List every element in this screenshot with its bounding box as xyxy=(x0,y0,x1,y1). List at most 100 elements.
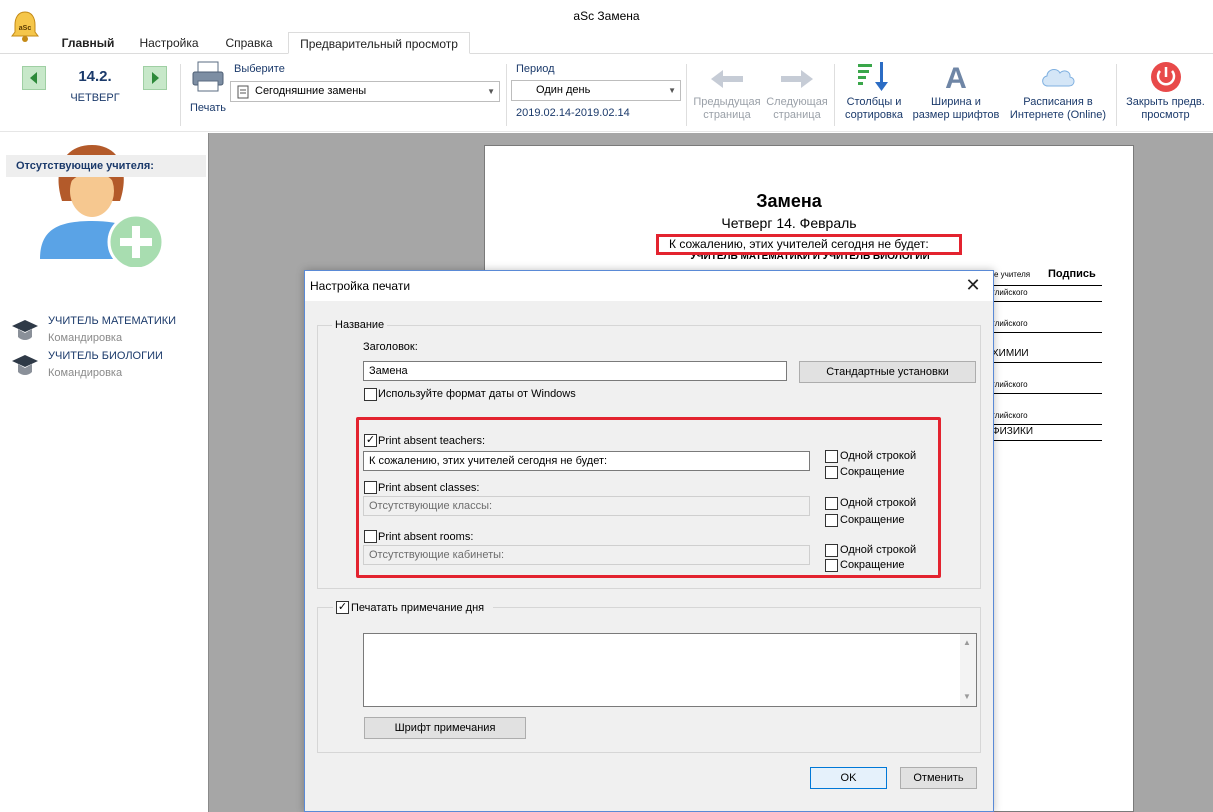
select-value: Сегодняшние замены xyxy=(255,85,367,97)
online-label-2: Интернете (Online) xyxy=(1009,109,1107,121)
close-icon[interactable]: ✕ xyxy=(963,275,983,296)
print-teachers-label: Print absent teachers: xyxy=(378,435,486,447)
note-textarea[interactable]: ▲ ▼ xyxy=(363,633,977,707)
defaults-button[interactable]: Стандартные установки xyxy=(799,361,976,383)
columns-label-2: сортировка xyxy=(844,109,904,121)
teacher-name[interactable]: УЧИТЕЛЬ БИОЛОГИИ xyxy=(48,350,163,362)
print-teachers-checkbox[interactable]: ✓ xyxy=(364,434,377,447)
teacher-reason: Командировка xyxy=(48,332,123,344)
preview-col-teacher: е учителя xyxy=(994,270,1031,279)
next-page-label-1: Следующая xyxy=(766,96,828,108)
classes-abbrev-label: Сокращение xyxy=(840,514,905,526)
font-width-label-1: Ширина и xyxy=(931,96,981,108)
separator xyxy=(180,64,181,126)
left-panel xyxy=(0,133,208,812)
classes-text-input[interactable]: Отсутствующие классы: xyxy=(363,496,810,516)
preview-row: глийского xyxy=(992,409,1102,425)
header-label: Заголовок: xyxy=(363,341,418,353)
rooms-abbrev-checkbox[interactable] xyxy=(825,559,838,572)
print-label: Печать xyxy=(189,102,227,114)
separator xyxy=(506,64,507,126)
chevron-down-icon: ▼ xyxy=(668,86,676,95)
power-icon xyxy=(1151,62,1181,92)
print-classes-label: Print absent classes: xyxy=(378,482,480,494)
font-width-button[interactable]: A Ширина и размер шрифтов xyxy=(908,60,1004,126)
classes-one-line-checkbox[interactable] xyxy=(825,497,838,510)
font-letter-a-icon: A xyxy=(945,62,967,94)
period-range: 2019.02.14-2019.02.14 xyxy=(516,107,630,119)
preview-row: ХИМИИ xyxy=(992,347,1102,363)
chevron-up-icon: ▲ xyxy=(963,638,971,647)
separator xyxy=(834,64,835,126)
title-bar: aSc aSc Замена xyxy=(0,0,1213,42)
teacher-reason: Командировка xyxy=(48,367,123,379)
columns-sort-button[interactable]: Столбцы и сортировка xyxy=(838,60,910,126)
windows-date-label: Используйте формат даты от Windows xyxy=(378,388,576,400)
select-combo[interactable]: Сегодняшние замены ▼ xyxy=(230,81,500,102)
name-group-legend: Название xyxy=(332,319,388,331)
columns-label-1: Столбцы и xyxy=(846,96,902,108)
close-preview-button[interactable]: Закрыть предв. просмотр xyxy=(1118,60,1213,126)
select-label: Выберите xyxy=(234,63,285,75)
online-label-1: Расписания в xyxy=(1023,96,1093,108)
preview-title: Замена xyxy=(756,191,822,211)
tab-help[interactable]: Справка xyxy=(218,32,280,54)
prev-page-label-2: страница xyxy=(703,109,751,121)
arrow-right-icon xyxy=(152,72,159,84)
current-date: 14.2. xyxy=(78,68,112,85)
note-font-button[interactable]: Шрифт примечания xyxy=(364,717,526,739)
ok-button[interactable]: OK xyxy=(810,767,887,789)
classes-abbrev-checkbox[interactable] xyxy=(825,514,838,527)
rooms-abbrev-label: Сокращение xyxy=(840,559,905,571)
teachers-abbrev-label: Сокращение xyxy=(840,466,905,478)
teachers-one-line-label: Одной строкой xyxy=(840,450,917,462)
tab-settings[interactable]: Настройка xyxy=(132,32,206,54)
windows-date-checkbox[interactable] xyxy=(364,388,377,401)
rooms-one-line-checkbox[interactable] xyxy=(825,544,838,557)
tab-preview[interactable]: Предварительный просмотр xyxy=(288,32,470,54)
print-rooms-checkbox[interactable] xyxy=(364,530,377,543)
period-combo[interactable]: Один день ▼ xyxy=(511,80,681,101)
teachers-text-input[interactable]: К сожалению, этих учителей сегодня не бу… xyxy=(363,451,810,471)
close-preview-label-1: Закрыть предв. xyxy=(1126,96,1205,108)
absent-teachers-header: Отсутствующие учителя: xyxy=(6,155,206,177)
header-input[interactable]: Замена xyxy=(363,361,787,381)
classes-one-line-label: Одной строкой xyxy=(840,497,917,509)
rooms-one-line-label: Одной строкой xyxy=(840,544,917,556)
preview-col-sign: Подпись xyxy=(1048,268,1096,280)
graduation-cap-icon xyxy=(12,355,38,375)
teacher-name[interactable]: УЧИТЕЛЬ МАТЕМАТИКИ xyxy=(48,315,176,327)
app-title: aSc Замена xyxy=(573,9,640,23)
print-note-checkbox[interactable]: ✓ xyxy=(336,601,349,614)
preview-row: глийского xyxy=(992,317,1102,333)
prev-page-label-1: Предыдущая xyxy=(693,96,761,108)
period-label: Период xyxy=(516,63,555,75)
prev-day-button[interactable] xyxy=(22,66,46,90)
svg-text:aSc: aSc xyxy=(19,25,32,32)
rooms-text-input[interactable]: Отсутствующие кабинеты: xyxy=(363,545,810,565)
online-timetable-button[interactable]: Расписания в Интернете (Online) xyxy=(1004,60,1112,126)
next-page-button[interactable]: Следующая страница xyxy=(764,60,830,126)
preview-row: глийского xyxy=(992,378,1102,394)
period-value: Один день xyxy=(536,84,591,96)
separator xyxy=(1116,64,1117,126)
prev-page-button[interactable]: Предыдущая страница xyxy=(690,60,764,126)
chevron-down-icon: ▼ xyxy=(487,87,495,96)
print-classes-checkbox[interactable] xyxy=(364,481,377,494)
teachers-abbrev-checkbox[interactable] xyxy=(825,466,838,479)
tab-main[interactable]: Главный xyxy=(52,32,124,54)
separator xyxy=(686,64,687,126)
preview-row: глийского xyxy=(992,286,1102,302)
print-rooms-label: Print absent rooms: xyxy=(378,531,474,543)
dialog-title-bar: Настройка печати ✕ xyxy=(305,271,993,301)
print-button[interactable]: Печать xyxy=(188,60,228,116)
printer-icon xyxy=(192,61,224,92)
print-note-label: Печатать примечание дня xyxy=(351,602,485,614)
teachers-one-line-checkbox[interactable] xyxy=(825,450,838,463)
next-day-button[interactable] xyxy=(143,66,167,90)
cancel-button[interactable]: Отменить xyxy=(900,767,977,789)
chevron-down-icon: ▼ xyxy=(963,692,971,701)
note-scrollbar[interactable]: ▲ ▼ xyxy=(960,634,976,706)
preview-row: ФИЗИКИ xyxy=(992,425,1102,441)
current-day: ЧЕТВЕРГ xyxy=(70,92,120,104)
